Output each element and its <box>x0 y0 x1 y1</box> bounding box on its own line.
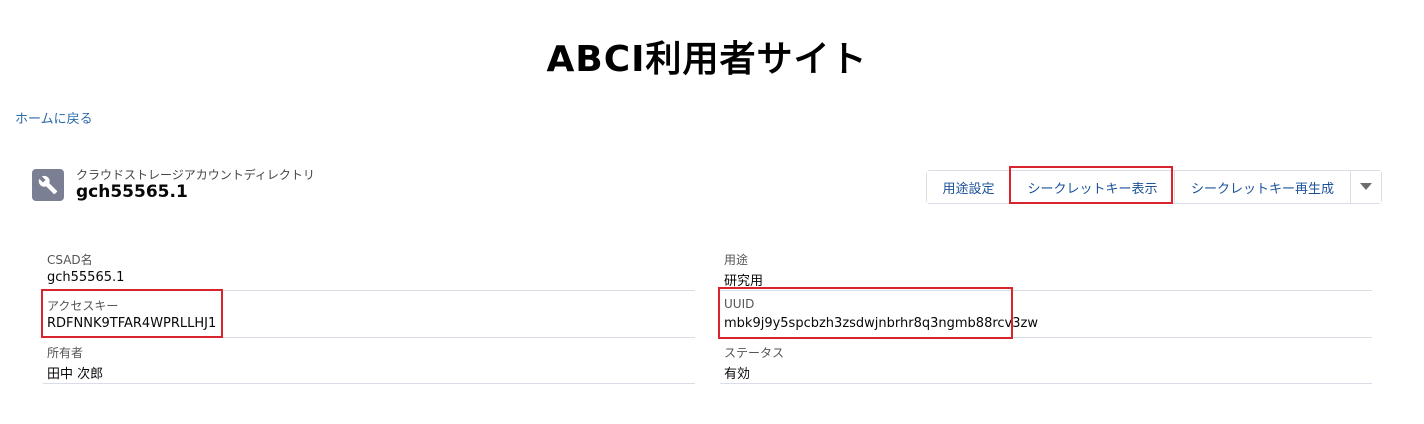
usage-label: 用途 <box>724 253 749 267</box>
regenerate-secret-key-button[interactable]: シークレットキー再生成 <box>1175 171 1351 203</box>
access-key-label: アクセスキー <box>47 299 119 313</box>
uuid-field: UUID mbk9j9y5spcbzh3zsdwjnbrhr8q3ngmb88r… <box>720 291 1372 338</box>
csad-name-label: CSAD名 <box>47 253 93 267</box>
site-title: ABCI利用者サイト <box>546 39 868 80</box>
access-key-value: RDFNNK9TFAR4WPRLLHJ1 <box>47 316 217 331</box>
uuid-label: UUID <box>724 297 755 311</box>
wrench-icon <box>32 169 64 201</box>
usage-field: 用途 研究用 <box>720 245 1372 291</box>
uuid-value: mbk9j9y5spcbzh3zsdwjnbrhr8q3ngmb88rcv3zw <box>724 316 1038 331</box>
usage-value: 研究用 <box>724 274 764 289</box>
action-button-group: 用途設定 シークレットキー表示 シークレットキー再生成 <box>926 170 1382 204</box>
status-field: ステータス 有効 <box>720 338 1372 384</box>
more-actions-button[interactable] <box>1351 171 1381 203</box>
home-link[interactable]: ホームに戻る <box>15 108 93 127</box>
csad-name-value: gch55565.1 <box>47 270 125 285</box>
status-label: ステータス <box>724 346 785 360</box>
record-type-label: クラウドストレージアカウントディレクトリ <box>76 168 315 182</box>
usage-setting-button[interactable]: 用途設定 <box>927 171 1011 203</box>
access-key-field: アクセスキー RDFNNK9TFAR4WPRLLHJ1 <box>43 291 695 338</box>
csad-name-field: CSAD名 gch55565.1 <box>43 245 695 291</box>
record-name: gch55565.1 <box>76 182 188 202</box>
owner-field: 所有者 田中 次郎 <box>43 338 695 384</box>
status-value: 有効 <box>724 367 751 382</box>
owner-value: 田中 次郎 <box>47 367 104 382</box>
owner-label: 所有者 <box>47 346 84 360</box>
chevron-down-icon <box>1360 183 1372 190</box>
show-secret-key-button[interactable]: シークレットキー表示 <box>1011 171 1175 203</box>
